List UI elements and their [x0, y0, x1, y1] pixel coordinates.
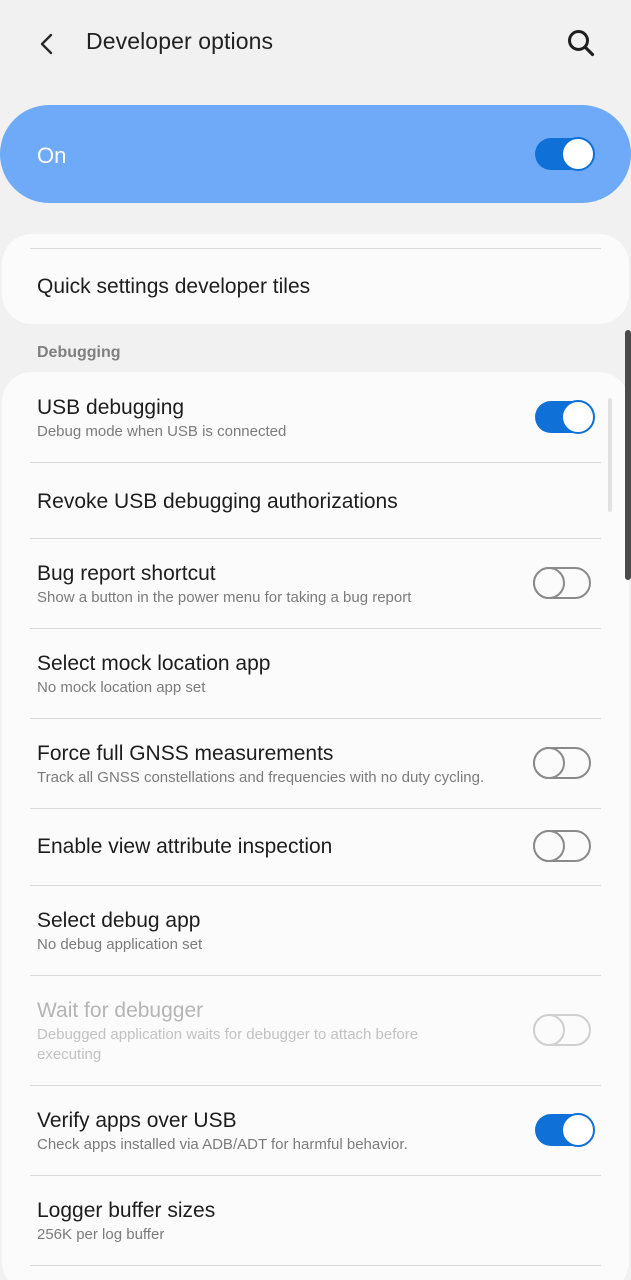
- item-title: Select mock location app: [37, 652, 271, 675]
- debugging-card: USB debugging Debug mode when USB is con…: [2, 372, 629, 1280]
- view-attribute-inspection-item[interactable]: Enable view attribute inspection: [2, 809, 629, 885]
- logger-buffer-sizes-item[interactable]: Logger buffer sizes 256K per log buffer: [2, 1176, 629, 1265]
- item-subtitle: Show a button in the power menu for taki…: [37, 589, 412, 606]
- revoke-usb-authorizations-item[interactable]: Revoke USB debugging authorizations: [2, 463, 629, 538]
- item-title: Wait for debugger: [37, 999, 204, 1022]
- quick-settings-tiles-item[interactable]: Quick settings developer tiles: [2, 248, 629, 324]
- toggle-knob: [533, 567, 565, 599]
- section-header-debugging: Debugging: [37, 344, 121, 361]
- scrollbar[interactable]: [625, 330, 631, 580]
- force-full-gnss-toggle[interactable]: [533, 747, 591, 779]
- item-title: Revoke USB debugging authorizations: [37, 490, 398, 513]
- item-title: Verify apps over USB: [37, 1109, 237, 1132]
- bug-report-shortcut-toggle[interactable]: [533, 567, 591, 599]
- item-subtitle: Track all GNSS constellations and freque…: [37, 769, 485, 786]
- item-subtitle: Debug mode when USB is connected: [37, 423, 287, 440]
- item-subtitle: Debugged application waits for debugger …: [37, 1026, 419, 1043]
- wait-for-debugger-item: Wait for debugger Debugged application w…: [2, 976, 629, 1085]
- item-title: Select debug app: [37, 909, 201, 932]
- item-subtitle: 256K per log buffer: [37, 1226, 165, 1243]
- usb-debugging-item[interactable]: USB debugging Debug mode when USB is con…: [2, 372, 629, 462]
- item-subtitle: Check apps installed via ADB/ADT for har…: [37, 1136, 408, 1153]
- search-icon: [568, 30, 595, 57]
- item-title: Bug report shortcut: [37, 562, 216, 585]
- force-full-gnss-item[interactable]: Force full GNSS measurements Track all G…: [2, 719, 629, 808]
- master-switch-label: On: [37, 143, 67, 168]
- back-button[interactable]: [26, 22, 70, 66]
- toggle-knob: [561, 137, 595, 171]
- toggle-knob: [533, 1014, 565, 1046]
- page-title: Developer options: [86, 28, 274, 54]
- usb-debugging-toggle[interactable]: [535, 400, 595, 434]
- item-title: Enable view attribute inspection: [37, 835, 333, 858]
- toggle-knob: [533, 830, 565, 862]
- toggle-knob: [533, 747, 565, 779]
- select-mock-location-app-item[interactable]: Select mock location app No mock locatio…: [2, 629, 629, 718]
- item-subtitle: No debug application set: [37, 936, 203, 953]
- item-subtitle: No mock location app set: [37, 679, 206, 696]
- bug-report-shortcut-item[interactable]: Bug report shortcut Show a button in the…: [2, 539, 629, 628]
- wait-for-debugger-toggle: [533, 1014, 591, 1046]
- toggle-knob: [561, 1113, 595, 1147]
- item-title: USB debugging: [37, 396, 185, 419]
- verify-apps-over-usb-item[interactable]: Verify apps over USB Check apps installe…: [2, 1086, 629, 1175]
- select-debug-app-item[interactable]: Select debug app No debug application se…: [2, 886, 629, 975]
- master-toggle[interactable]: [535, 137, 595, 171]
- verify-apps-over-usb-toggle[interactable]: [535, 1113, 595, 1147]
- inner-scroll-indicator: [608, 398, 612, 512]
- quick-settings-card: Quick settings developer tiles: [2, 234, 629, 324]
- item-title: Quick settings developer tiles: [37, 275, 311, 298]
- chevron-left-icon: [40, 33, 53, 55]
- item-title: Logger buffer sizes: [37, 1199, 216, 1222]
- divider: [30, 1265, 601, 1266]
- toggle-knob: [561, 400, 595, 434]
- item-subtitle-continued: executing: [37, 1046, 102, 1063]
- item-title: Force full GNSS measurements: [37, 742, 334, 765]
- app-bar: Developer options: [0, 0, 631, 86]
- master-switch-bar[interactable]: On: [0, 105, 631, 203]
- view-attribute-inspection-toggle[interactable]: [533, 830, 591, 862]
- search-button[interactable]: [558, 20, 604, 66]
